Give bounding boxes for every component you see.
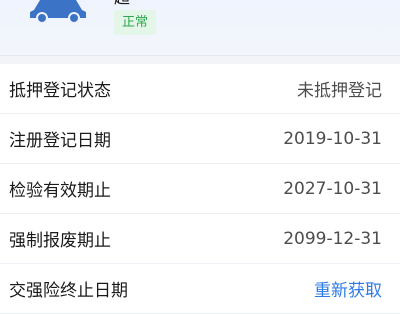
row-insurance-expiry: 交强险终止日期 重新获取 [0,264,400,314]
mortgage-status-label: 抵押登记状态 [9,81,111,101]
refresh-insurance-link[interactable]: 重新获取 [314,276,382,301]
insurance-expiry-label: 交强险终止日期 [9,281,128,301]
inspection-expiry-value: 2027-10-31 [283,178,382,199]
row-scrap-deadline: 强制报废期止 2099-12-31 [0,214,400,264]
car-icon [30,0,86,22]
status-badge: 正常 [114,10,157,35]
inspection-expiry-label: 检验有效期止 [9,181,111,201]
scrap-deadline-label: 强制报废期止 [9,231,111,251]
row-mortgage-status: 抵押登记状态 未抵押登记 [0,64,400,114]
row-inspection-expiry: 检验有效期止 2027-10-31 [0,164,400,214]
registration-date-label: 注册登记日期 [9,131,111,151]
row-registration-date: 注册登记日期 2019-10-31 [0,114,400,164]
vehicle-header: 超 正常 [0,0,400,56]
registration-date-value: 2019-10-31 [283,128,382,149]
plate-number: 超 [114,0,130,6]
vehicle-details-list: 抵押登记状态 未抵押登记 注册登记日期 2019-10-31 检验有效期止 20… [0,64,400,314]
mortgage-status-value: 未抵押登记 [297,81,382,101]
scrap-deadline-value: 2099-12-31 [283,228,382,249]
